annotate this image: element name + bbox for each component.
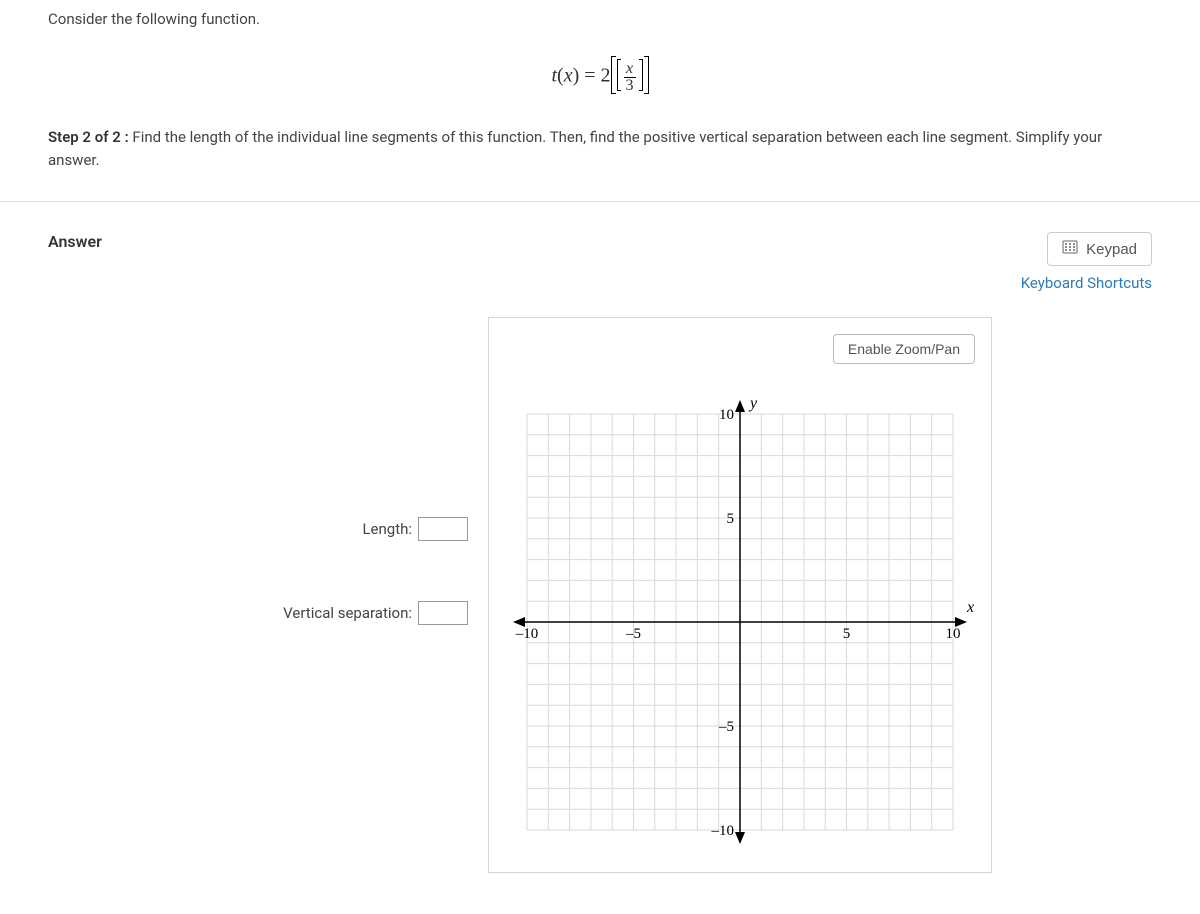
enable-zoom-pan-button[interactable]: Enable Zoom/Pan xyxy=(833,334,975,364)
svg-text:–5: –5 xyxy=(718,719,734,735)
svg-text:5: 5 xyxy=(843,626,851,642)
left-bracket-inner-icon xyxy=(617,59,621,91)
step-body: Find the length of the individual line s… xyxy=(48,128,1102,169)
svg-text:x: x xyxy=(966,599,974,616)
step-label: Step 2 of 2 : xyxy=(48,128,129,146)
length-label: Length: xyxy=(362,520,412,538)
keypad-icon xyxy=(1062,239,1078,259)
function-equation: t(x) = 2x3 xyxy=(48,58,1152,96)
svg-text:5: 5 xyxy=(727,511,735,527)
svg-text:y: y xyxy=(748,395,758,412)
svg-text:10: 10 xyxy=(719,407,734,423)
svg-text:–5: –5 xyxy=(625,626,641,642)
vsep-input[interactable] xyxy=(418,601,468,625)
eq-var: x xyxy=(564,65,573,87)
step-instruction: Step 2 of 2 : Find the length of the ind… xyxy=(48,126,1152,171)
answer-section: Answer xyxy=(0,201,1200,903)
svg-text:–10: –10 xyxy=(515,626,539,642)
graph-panel: Enable Zoom/Pan –10 –5 5 10 –10 –5 5 10 x y xyxy=(488,317,992,873)
keypad-button[interactable]: Keypad xyxy=(1047,232,1152,266)
eq-frac-num: x xyxy=(624,61,636,77)
coordinate-grid[interactable]: –10 –5 5 10 –10 –5 5 10 x y xyxy=(505,392,975,852)
eq-coef: 2 xyxy=(601,65,611,87)
left-bracket-outer-icon xyxy=(611,56,616,94)
length-input[interactable] xyxy=(418,517,468,541)
right-bracket-outer-icon xyxy=(644,56,649,94)
svg-text:10: 10 xyxy=(946,626,961,642)
question-section: Consider the following function. t(x) = … xyxy=(0,0,1200,201)
question-prompt: Consider the following function. xyxy=(48,10,1152,28)
answer-heading: Answer xyxy=(48,232,102,251)
keypad-label: Keypad xyxy=(1086,241,1137,258)
svg-text:–10: –10 xyxy=(711,823,735,839)
keyboard-shortcuts-link[interactable]: Keyboard Shortcuts xyxy=(1021,274,1152,292)
vsep-label: Vertical separation: xyxy=(283,604,412,622)
right-bracket-inner-icon xyxy=(639,59,643,91)
eq-frac-den: 3 xyxy=(624,77,636,94)
